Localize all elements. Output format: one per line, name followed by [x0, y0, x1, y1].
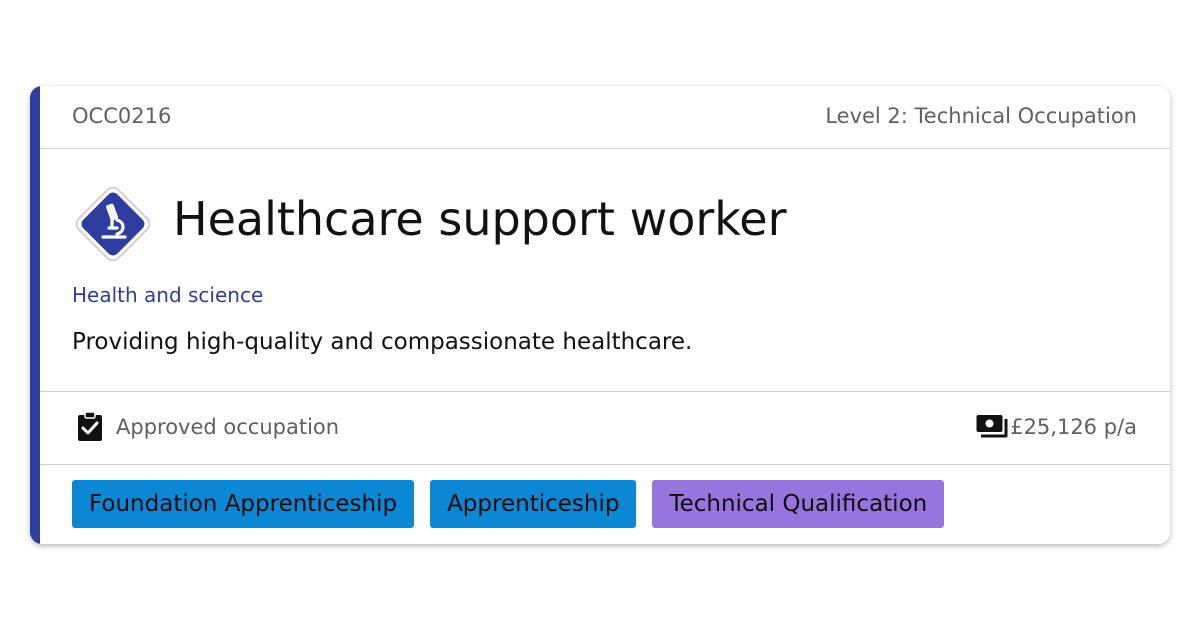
- occupation-code: OCC0216: [72, 104, 172, 128]
- tag-foundation-apprenticeship[interactable]: Foundation Apprenticeship: [72, 480, 415, 528]
- money-icon: [976, 415, 1008, 438]
- qualification-tags: Foundation Apprenticeship Apprenticeship…: [72, 480, 945, 528]
- clipboard-check-icon: [78, 411, 102, 441]
- tag-apprenticeship[interactable]: Apprenticeship: [430, 480, 637, 528]
- occupation-card[interactable]: OCC0216 Level 2: Technical Occupation He…: [30, 86, 1170, 544]
- card-header: OCC0216 Level 2: Technical Occupation: [40, 86, 1170, 149]
- route-link[interactable]: Health and science: [72, 283, 263, 307]
- status-row: Approved occupation £25,126 p/a: [40, 391, 1170, 465]
- occupation-level: Level 2: Technical Occupation: [825, 104, 1137, 128]
- route-badge: [65, 176, 161, 272]
- tag-technical-qualification[interactable]: Technical Qualification: [652, 480, 945, 528]
- status-label: Approved occupation: [116, 415, 340, 439]
- microscope-icon: [75, 186, 151, 262]
- occupation-summary: Providing high-quality and compassionate…: [72, 329, 693, 355]
- salary-value: £25,126 p/a: [1010, 415, 1137, 439]
- card-accent-bar: [30, 86, 40, 544]
- occupation-title[interactable]: Healthcare support worker: [173, 192, 786, 246]
